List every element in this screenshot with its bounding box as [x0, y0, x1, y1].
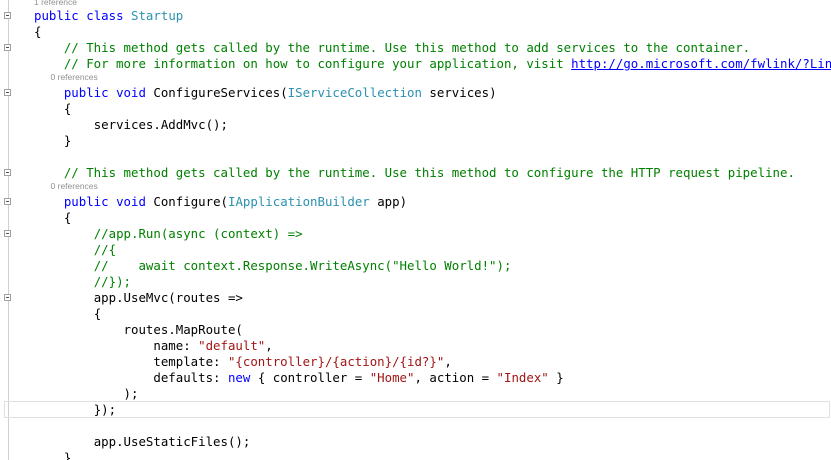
collapse-comment-icon[interactable] [4, 230, 11, 237]
code-text: app.UseMvc(routes => [93, 290, 243, 305]
code-line[interactable]: //app.Run(async (context) => [34, 226, 303, 242]
code-line[interactable]: template: "{controller}/{action}/{id?}", [34, 354, 452, 370]
code-text: { controller = [250, 370, 370, 385]
keyword: class [86, 8, 124, 23]
code-lens-label[interactable]: 0 references [51, 72, 98, 82]
comment: // This method gets called by the runtim… [63, 165, 795, 180]
comment-link[interactable]: http://go.microsoft.com/fwlink/?LinkID=3… [571, 56, 831, 71]
code-text: } [63, 133, 72, 148]
current-line-highlight [4, 401, 830, 418]
code-text: ); [123, 386, 139, 401]
keyword: new [227, 370, 251, 385]
type-name: IApplicationBuilder [228, 194, 370, 209]
code-line[interactable]: } [34, 133, 71, 149]
code-lens-references[interactable]: 0 references [34, 72, 98, 83]
code-editor[interactable]: 1 reference public class Startup { // Th… [0, 0, 831, 460]
string-literal: "Home" [369, 370, 415, 385]
code-line[interactable]: public void Configure(IApplicationBuilde… [34, 194, 407, 210]
code-text: template: [153, 354, 228, 369]
code-text: app) [369, 194, 408, 209]
code-line[interactable]: } [34, 450, 71, 460]
code-text: { [93, 306, 102, 321]
comment: //}); [93, 274, 131, 289]
code-line[interactable]: // This method gets called by the runtim… [34, 165, 795, 181]
comment: //app.Run(async (context) => [93, 226, 303, 241]
code-line[interactable]: }); [34, 402, 116, 418]
code-text: app.UseStaticFiles(); [93, 434, 251, 449]
code-line[interactable]: ); [34, 386, 139, 402]
outline-gutter [0, 0, 30, 460]
comment: // await context.Response.WriteAsync("He… [93, 258, 512, 273]
keyword: public [63, 194, 109, 209]
code-line[interactable]: //{ [34, 242, 116, 258]
code-lens-label[interactable]: 0 references [51, 181, 98, 191]
code-text: } [63, 450, 72, 460]
comment: // For more information on how to config… [63, 56, 572, 71]
code-text: { [63, 101, 72, 116]
code-line[interactable]: app.UseStaticFiles(); [34, 434, 251, 450]
code-text: services) [421, 85, 497, 100]
code-line[interactable]: app.UseMvc(routes => [34, 290, 243, 306]
code-line[interactable]: { [34, 306, 101, 322]
code-text: routes.MapRoute( [123, 322, 243, 337]
code-line[interactable]: services.AddMvc(); [34, 117, 228, 133]
keyword: void [116, 194, 146, 209]
code-line[interactable]: //}); [34, 274, 131, 290]
code-text: services.AddMvc(); [93, 117, 228, 132]
code-line[interactable]: { [34, 210, 71, 226]
code-line[interactable]: // await context.Response.WriteAsync("He… [34, 258, 512, 274]
code-text: , [444, 354, 452, 369]
code-lens-references[interactable]: 0 references [34, 181, 98, 192]
string-literal: "default" [198, 338, 266, 353]
collapse-comment-icon[interactable] [4, 169, 11, 176]
code-line[interactable]: { [34, 24, 41, 40]
string-literal: "{controller}/{action}/{id?}" [227, 354, 445, 369]
collapse-class-icon[interactable] [4, 12, 11, 19]
keyword: public [34, 8, 79, 23]
code-line[interactable]: public void ConfigureServices(IServiceCo… [34, 85, 497, 101]
collapse-method-icon[interactable] [4, 89, 11, 96]
code-line[interactable]: defaults: new { controller = "Home", act… [34, 370, 564, 386]
collapse-method-icon[interactable] [4, 198, 11, 205]
code-text: name: [153, 338, 199, 353]
code-text: } [548, 370, 564, 385]
string-literal: "Index" [496, 370, 549, 385]
method-name: Configure( [153, 194, 228, 209]
code-text: defaults: [153, 370, 228, 385]
comment: //{ [93, 242, 117, 257]
code-line[interactable]: { [34, 101, 71, 117]
code-text: { [63, 210, 72, 225]
code-line[interactable]: // For more information on how to config… [34, 56, 831, 72]
keyword: void [116, 85, 146, 100]
collapse-lambda-icon[interactable] [4, 294, 11, 301]
code-text: , action = [414, 370, 497, 385]
code-line[interactable]: name: "default", [34, 338, 273, 354]
code-text: }); [93, 402, 117, 417]
collapse-comment-icon[interactable] [4, 44, 11, 51]
code-line[interactable]: // This method gets called by the runtim… [34, 40, 750, 56]
code-text: , [265, 338, 273, 353]
type-name: IServiceCollection [287, 85, 422, 100]
code-lens-references[interactable]: 1 reference [34, 0, 77, 8]
code-line[interactable]: routes.MapRoute( [34, 322, 243, 338]
class-name: Startup [131, 8, 184, 23]
code-line[interactable]: public class Startup [34, 8, 183, 24]
comment: // This method gets called by the runtim… [63, 40, 751, 55]
method-name: ConfigureServices( [153, 85, 288, 100]
keyword: public [63, 85, 109, 100]
